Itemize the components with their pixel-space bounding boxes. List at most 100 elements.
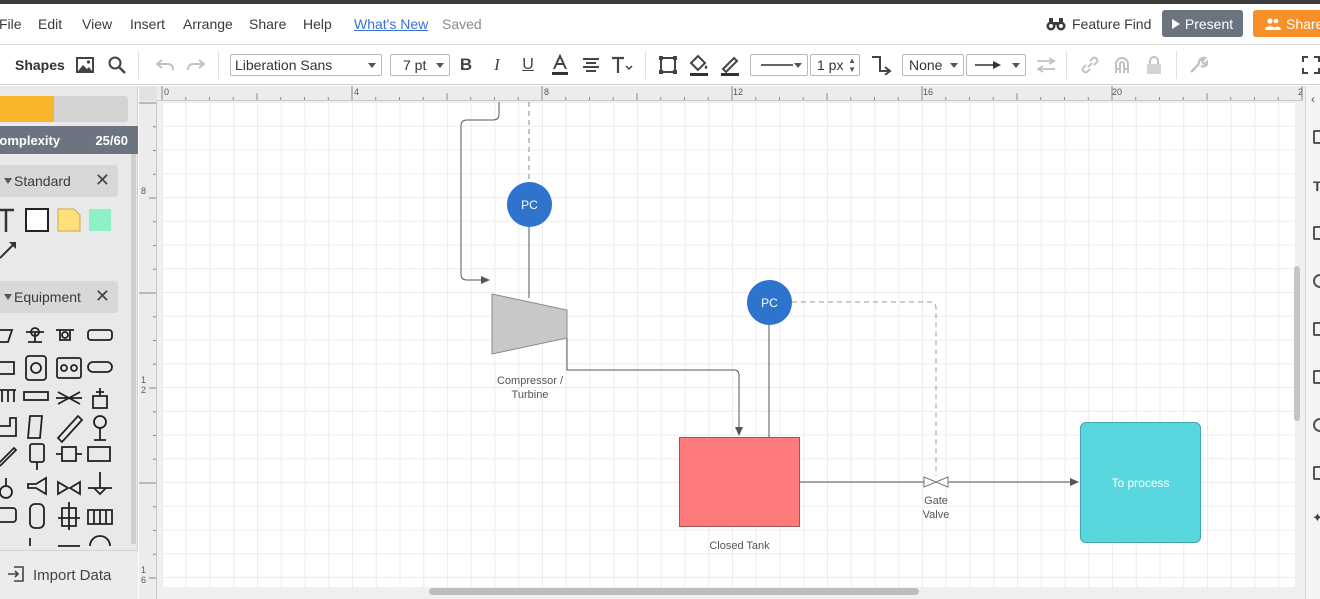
signal-line-2[interactable] [792,301,937,476]
fullscreen-icon[interactable] [1300,53,1320,77]
feature-find-button[interactable]: Feature Find [1046,16,1151,32]
ruler-left-label: 6 [141,575,147,585]
comment-icon[interactable] [1313,418,1320,432]
menu-view[interactable]: View [82,16,112,32]
pc-controller-1[interactable]: PC [507,182,552,227]
line-end-select[interactable] [966,54,1026,76]
menu-share[interactable]: Share [249,16,286,32]
font-family-select[interactable]: Liberation Sans [230,54,382,76]
search-icon[interactable] [106,53,128,77]
equipment-row-1[interactable] [0,327,113,343]
chevron-left-icon[interactable]: ‹ [1311,92,1315,106]
equipment-row-2[interactable] [0,355,113,381]
ruler-corner [139,86,157,101]
compressor-label-line-2: Turbine [511,389,549,401]
page-icon[interactable] [1313,130,1320,144]
compressor-label: Compressor / Turbine [480,374,580,402]
line-color-icon[interactable] [718,53,742,77]
line-style-select[interactable] [750,54,808,76]
equipment-row-8[interactable] [0,535,111,547]
share-label: Share [1286,15,1320,32]
collapse-triangle-icon[interactable] [4,294,12,300]
toolbar-separator [1066,51,1067,79]
compressor-turbine-shape[interactable] [491,293,568,355]
lock-icon[interactable] [1142,53,1166,77]
diagram-page[interactable]: PC PC Compressor / Turbine Closed Tank G… [162,102,1295,587]
stepper-icon[interactable]: ▲ ▼ [848,56,856,74]
close-icon[interactable]: ✕ [95,170,110,191]
whats-new-link[interactable]: What's New [354,16,428,32]
present-panel-icon[interactable] [1313,226,1320,240]
magnet-icon[interactable] [1110,53,1134,77]
equipment-row-7[interactable] [0,502,113,530]
menu-insert[interactable]: Insert [130,16,165,32]
arrow-line-icon[interactable] [0,242,16,259]
ruler-left-label: 1 [141,565,147,575]
sidebar-scrollbar[interactable] [131,154,136,544]
text-shape-icon[interactable] [0,208,14,232]
toolbar: Shapes Liberation Sans 7 pt B I U 1 px ▲… [0,45,1320,85]
rectangle-shape-icon[interactable] [25,208,49,232]
equipment-row-6[interactable] [0,472,112,499]
vertical-scrollbar[interactable] [1294,266,1300,421]
swap-icon[interactable] [1034,53,1058,77]
close-icon[interactable]: ✕ [95,286,110,307]
bold-icon[interactable]: B [456,53,476,77]
underline-icon[interactable]: U [518,53,538,77]
present-button[interactable]: Present [1162,10,1243,37]
note-shape-icon[interactable] [57,208,81,232]
menu-arrange[interactable]: Arrange [183,16,233,32]
text-color-icon[interactable] [549,53,571,77]
inlet-line[interactable] [460,102,500,284]
collapse-triangle-icon[interactable] [4,178,12,184]
wrench-icon[interactable] [1186,53,1210,77]
magic-icon[interactable]: ✦ [1312,510,1320,526]
complexity-label: Complexity [0,133,61,148]
compressor-to-tank-line[interactable] [566,338,743,436]
link-icon[interactable] [1078,53,1102,77]
present-label: Present [1184,15,1234,32]
closed-tank-shape[interactable] [679,437,800,527]
play-icon [1171,18,1180,29]
gate-valve-label-line-1: Gate [924,495,948,507]
connector-icon[interactable] [869,53,893,77]
menu-edit[interactable]: Edit [38,16,62,32]
image-icon[interactable] [74,53,96,77]
border-icon[interactable] [656,53,680,77]
line-width-input[interactable]: 1 px ▲ ▼ [810,54,860,76]
database-icon[interactable] [1313,466,1320,480]
layers-icon[interactable] [1313,322,1320,336]
horizontal-scrollbar[interactable] [429,588,919,595]
menu-help[interactable]: Help [303,16,332,32]
to-process-shape[interactable]: To process [1080,422,1201,543]
equipment-row-4[interactable] [0,414,107,444]
equipment-row-3[interactable] [0,388,108,409]
ruler-top: 0 4 8 12 16 20 2 [157,86,1303,101]
history-icon[interactable] [1313,274,1320,288]
binoculars-icon [1046,18,1066,31]
italic-icon[interactable]: I [487,53,507,77]
line-start-select[interactable]: None [902,54,964,76]
menu-file[interactable]: File [0,16,22,32]
toolbar-separator [218,51,219,79]
shapes-sidebar: Complexity 25/60 Standard ✕ Equipment ✕ [0,86,138,599]
compressor-label-line-1: Compressor / [496,375,564,387]
fill-icon[interactable] [687,53,711,77]
equipment-row-5[interactable] [0,443,111,470]
font-size-select[interactable]: 7 pt [390,54,450,76]
pc-controller-2[interactable]: PC [747,280,792,325]
text-options-icon[interactable] [611,53,633,77]
text-panel-icon[interactable]: T [1313,178,1320,194]
share-button[interactable]: Share [1253,10,1320,37]
align-icon[interactable] [580,53,602,77]
block-shape-icon[interactable] [89,209,111,231]
complexity-progress [0,96,128,122]
import-data-label: Import Data [33,567,112,584]
library-standard-header[interactable]: Standard ✕ [0,165,118,197]
redo-icon[interactable] [185,53,207,77]
gate-valve-shape[interactable] [923,476,949,488]
import-data-button[interactable]: Import Data [0,550,138,599]
library-equipment-header[interactable]: Equipment ✕ [0,281,118,313]
undo-icon[interactable] [154,53,176,77]
data-panel-icon[interactable] [1313,370,1320,384]
